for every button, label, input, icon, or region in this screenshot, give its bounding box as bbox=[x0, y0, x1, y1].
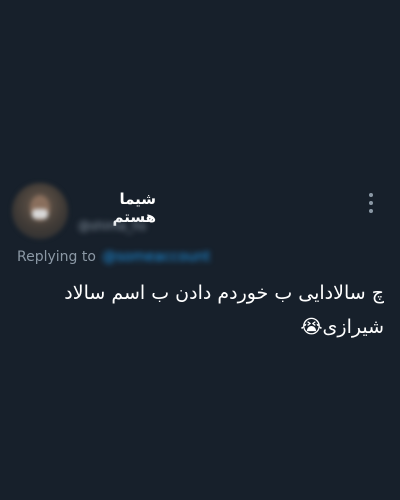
tweet-text: چ سالادایی ب خوردم دادن ب اسم سالاد شیرا… bbox=[64, 282, 384, 338]
avatar[interactable] bbox=[12, 183, 68, 239]
more-vertical-icon[interactable] bbox=[360, 190, 382, 216]
replying-to: Replying to @someaccount bbox=[17, 249, 210, 265]
avatar-mask bbox=[32, 209, 48, 219]
more-dot bbox=[369, 193, 373, 197]
reply-target-link[interactable]: @someaccount bbox=[102, 249, 210, 265]
replying-to-label: Replying to bbox=[17, 249, 96, 265]
more-dot bbox=[369, 209, 373, 213]
author-handle[interactable]: @shima_hs bbox=[78, 219, 146, 233]
tweet-screen: شیما هستم @shima_hs Replying to @someacc… bbox=[0, 0, 400, 500]
more-dot bbox=[369, 201, 373, 205]
